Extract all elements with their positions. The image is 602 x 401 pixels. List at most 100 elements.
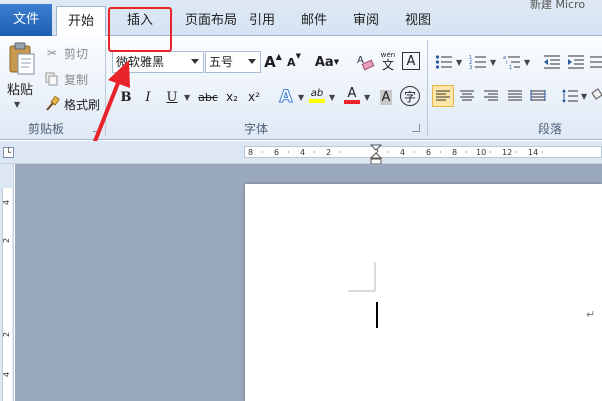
highlight-button[interactable]: ab <box>307 85 327 105</box>
paste-dropdown-icon[interactable]: ▼ <box>14 100 20 109</box>
ruler-tick-label: 8 <box>452 148 458 157</box>
numbering-dropdown-icon[interactable]: ▼ <box>490 58 496 67</box>
increase-indent-icon <box>568 55 584 69</box>
line-spacing-dropdown-icon[interactable]: ▼ <box>581 92 587 101</box>
align-left-button[interactable] <box>432 85 454 107</box>
font-size-value: 五号 <box>209 55 234 69</box>
svg-text:1: 1 <box>509 65 512 70</box>
highlight-dropdown-icon[interactable]: ▼ <box>329 93 335 102</box>
justify-button[interactable] <box>505 86 525 106</box>
align-left-icon <box>436 90 450 101</box>
paint-bucket-icon <box>591 88 602 100</box>
eraser-icon: A <box>357 55 375 71</box>
margin-corner-mark <box>348 262 376 292</box>
bullets-dropdown-icon[interactable]: ▼ <box>456 58 462 67</box>
font-color-button[interactable]: A <box>342 85 362 105</box>
chinese-layout-icon <box>590 56 602 68</box>
tab-review[interactable]: 审阅 <box>348 6 384 36</box>
svg-text:i: i <box>506 60 507 66</box>
underline-dropdown-icon[interactable]: ▼ <box>184 93 190 102</box>
change-case-button[interactable]: Aa ▼ <box>314 52 340 72</box>
font-color-dropdown-icon[interactable]: ▼ <box>364 93 370 102</box>
strikethrough-button[interactable]: abc <box>197 87 219 107</box>
shrink-font-label: A <box>287 55 296 69</box>
ruler-tick-label: 6 <box>426 148 432 157</box>
ruler-tick-mark: · <box>489 148 492 157</box>
bullet-list-icon <box>435 55 452 69</box>
ruler-tick-label: 4 <box>400 148 406 157</box>
vertical-ruler-labels: 4 2 2 4 <box>2 188 14 401</box>
tab-references[interactable]: 引用 <box>244 6 280 36</box>
group-divider <box>427 40 428 136</box>
multilevel-list-button[interactable]: ai1 <box>502 52 522 72</box>
tab-page-layout[interactable]: 页面布局 <box>170 6 252 36</box>
multilevel-list-icon: ai1 <box>503 55 520 70</box>
underline-button[interactable]: U <box>162 87 182 107</box>
italic-button[interactable]: I <box>138 87 158 107</box>
text-effect-dropdown-icon[interactable]: ▼ <box>298 93 304 102</box>
indent-marker-icon[interactable] <box>369 144 383 166</box>
font-size-combo[interactable]: 五号 <box>205 51 261 73</box>
bullets-button[interactable] <box>434 52 454 72</box>
ruler-tick-mark: · <box>439 148 442 157</box>
ruler-tick-mark: · <box>261 148 264 157</box>
ruler-tick-label: 8 <box>248 148 254 157</box>
align-center-button[interactable] <box>457 86 477 106</box>
tab-home[interactable]: 开始 <box>56 6 106 37</box>
ruler-tick-mark: · <box>387 148 390 157</box>
ruler-tick-label: 6 <box>274 148 280 157</box>
increase-indent-button[interactable] <box>566 52 586 72</box>
ruler-tick-label: 2 <box>326 148 332 157</box>
ruler-tick-label: 2 <box>2 331 12 338</box>
chinese-layout-button[interactable] <box>589 52 602 72</box>
decrease-indent-icon <box>544 55 560 69</box>
ruler-tick-mark: · <box>339 148 342 157</box>
paintbrush-icon <box>44 96 60 112</box>
font-dialog-launcher[interactable] <box>412 124 420 132</box>
ruler-tick-label: 4 <box>300 148 306 157</box>
ruler-tick-mark: · <box>515 148 518 157</box>
subscript-button[interactable]: x₂ <box>222 87 242 107</box>
superscript-button[interactable]: x² <box>244 87 264 107</box>
paragraph-mark-icon: ↵ <box>586 308 596 321</box>
paste-button[interactable]: 粘贴 <box>6 80 34 98</box>
cut-label: 剪切 <box>64 46 89 61</box>
tab-selector[interactable]: └ <box>3 147 14 158</box>
ruler-tick-mark: · <box>541 148 544 157</box>
ruler-tick-label: 10 <box>476 148 487 157</box>
align-right-button[interactable] <box>481 86 501 106</box>
text-effect-button[interactable]: A <box>276 87 296 108</box>
line-spacing-button[interactable] <box>560 86 580 106</box>
decrease-indent-button[interactable] <box>542 52 562 72</box>
character-border-button[interactable]: A <box>402 52 420 70</box>
font-group-label: 字体 <box>243 122 268 136</box>
justify-icon <box>508 90 522 101</box>
scissors-icon: ✂ <box>46 46 58 60</box>
document-page[interactable] <box>245 184 602 401</box>
shading-button[interactable] <box>590 86 602 106</box>
grow-font-button[interactable]: A ▲ <box>263 52 283 72</box>
tab-view[interactable]: 视图 <box>400 6 436 36</box>
tab-file[interactable]: 文件 <box>0 4 52 36</box>
enclose-character-button[interactable]: 字 <box>400 86 420 106</box>
multilevel-list-dropdown-icon[interactable]: ▼ <box>524 58 530 67</box>
tab-mailings[interactable]: 邮件 <box>296 6 332 36</box>
shrink-font-button[interactable]: A ▼ <box>284 52 304 72</box>
ruler-tick-label: 12 <box>502 148 513 157</box>
distributed-button[interactable] <box>528 86 548 106</box>
ruler-tick-label: 14 <box>528 148 539 157</box>
line-spacing-icon <box>562 89 578 103</box>
clear-format-button[interactable]: A <box>355 51 375 71</box>
ruler-tick-mark: · <box>287 148 290 157</box>
ruler-tick-label: 2 <box>2 237 12 244</box>
horizontal-ruler-labels: 8 · 6 · 4 · 2 · 2 · 4 · 6 · 8 · 10 · 12 · 14 · <box>244 147 602 159</box>
character-shading-label: A <box>379 89 393 105</box>
phonetic-guide-button[interactable]: wén 文 <box>378 51 398 71</box>
character-border-label: A <box>406 53 416 69</box>
paste-icon[interactable] <box>8 42 36 76</box>
numbering-button[interactable]: 123 <box>468 52 488 72</box>
annotation-highlight-box <box>108 7 172 52</box>
character-shading-button[interactable]: A <box>376 87 396 107</box>
phonetic-char: 文 <box>381 57 394 72</box>
text-cursor <box>376 302 378 328</box>
